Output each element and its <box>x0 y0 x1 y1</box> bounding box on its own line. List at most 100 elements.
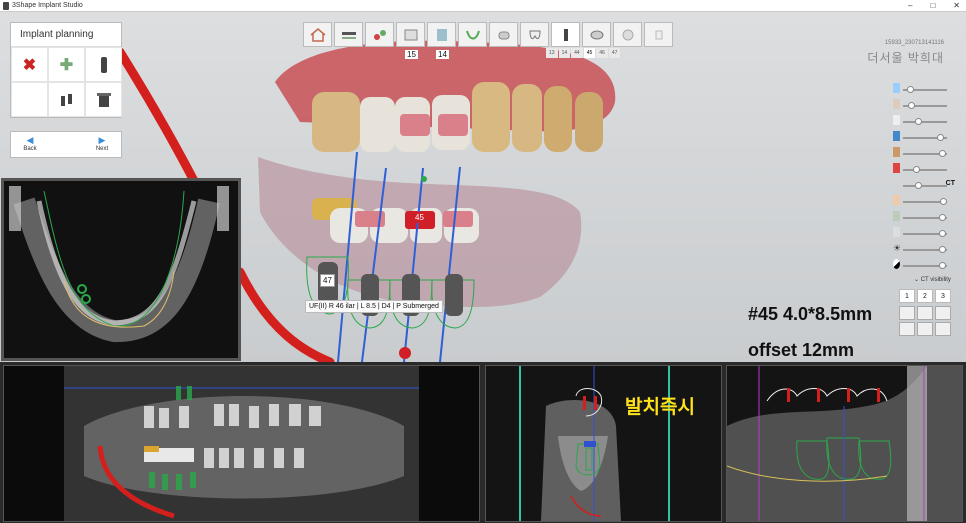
view-cube-button[interactable] <box>899 322 915 336</box>
title-bar: 3Shape Implant Studio – □ ✕ <box>0 0 966 12</box>
app-window: 3Shape Implant Studio – □ ✕ 45 47 UF(II)… <box>0 0 966 523</box>
view-layout-3[interactable]: 3 <box>935 289 951 303</box>
axial-cbct-view[interactable] <box>1 178 241 361</box>
tb-step-case[interactable] <box>334 22 363 47</box>
workflow-toolbar: 15 14 <box>303 22 673 59</box>
tooth-chip-45[interactable]: 45 <box>583 48 596 58</box>
app-icon <box>3 2 9 10</box>
ct-visibility-text: CT visibility <box>920 277 951 283</box>
tooth-icon <box>893 115 900 125</box>
slider-row <box>893 80 955 96</box>
slider-row <box>893 160 955 176</box>
view-cube-button[interactable] <box>935 322 951 336</box>
nerve-icon <box>893 163 900 173</box>
implant-tag: 47 <box>320 274 335 287</box>
guide-icon <box>622 29 633 40</box>
slider-row <box>893 208 955 224</box>
arrow-right-icon: ▶ <box>98 135 106 145</box>
view-cube-button[interactable] <box>899 306 915 320</box>
implant-icon <box>893 131 900 141</box>
bottom-views <box>0 362 966 523</box>
cross-section-view[interactable] <box>485 365 722 522</box>
brightness-icon: ☀ <box>893 243 902 253</box>
next-button[interactable]: ▶ Next <box>83 132 121 157</box>
parallel-implants-icon <box>60 93 72 106</box>
tb-step-abutment[interactable] <box>582 22 611 47</box>
tooth-chip-13[interactable]: 13 <box>546 48 558 58</box>
slider-knob[interactable] <box>939 246 946 253</box>
parallel-implants-button[interactable] <box>48 82 85 117</box>
tooth-chip-14[interactable]: 14 <box>558 48 571 58</box>
panoramic-view[interactable] <box>3 365 480 522</box>
sleeve-button[interactable] <box>85 82 122 117</box>
skin-icon <box>893 195 900 205</box>
view-layout-1[interactable]: 1 <box>899 289 915 303</box>
slider-knob[interactable] <box>907 102 915 109</box>
slider-knob[interactable] <box>939 198 947 205</box>
tb-step-wax[interactable] <box>458 22 487 47</box>
tb-step-segmentation[interactable] <box>365 22 394 47</box>
slider-track[interactable] <box>903 121 947 123</box>
crown-icon <box>498 31 509 39</box>
view-cube-button[interactable] <box>935 306 951 320</box>
slider-row <box>893 112 955 128</box>
tb-step-implant[interactable] <box>551 22 580 47</box>
tooth-chip-46[interactable]: 46 <box>596 48 608 58</box>
add-implant-button[interactable]: ✚ <box>48 47 85 82</box>
slider-knob[interactable] <box>939 262 946 269</box>
abutment-icon <box>893 147 900 157</box>
tb-step-tooth[interactable] <box>520 22 549 47</box>
slider-knob[interactable] <box>915 118 922 125</box>
tb-step-nerve[interactable]: 15 <box>396 22 425 59</box>
view-orientation-grid <box>899 306 951 336</box>
immediate-extraction-note: 발치즉시 <box>625 397 695 418</box>
sagittal-view[interactable] <box>726 365 963 522</box>
tb-step-guide[interactable] <box>613 22 642 47</box>
back-button[interactable]: ◀ Back <box>11 132 49 157</box>
tooth-chip-47[interactable]: 47 <box>608 48 621 58</box>
plus-icon: ✚ <box>59 56 74 74</box>
visibility-sliders: CT ☀ <box>893 80 955 272</box>
window-controls: – □ ✕ <box>908 0 960 12</box>
tooth-number-14: 14 <box>436 50 449 59</box>
slider-knob[interactable] <box>939 150 946 157</box>
close-button[interactable]: ✕ <box>953 0 960 12</box>
home-button[interactable] <box>303 22 332 47</box>
axis-handle-top[interactable] <box>421 176 427 182</box>
patient-id: 15933_230713141116 <box>884 40 944 46</box>
implant-spec-annotation: #45 4.0*8.5mm <box>748 304 873 324</box>
slider-knob[interactable] <box>907 86 914 93</box>
tooth-chip-44[interactable]: 44 <box>571 48 583 58</box>
slider-track[interactable] <box>903 185 947 187</box>
tb-step-export[interactable] <box>644 22 673 47</box>
implant-library-button[interactable] <box>85 47 122 82</box>
view-cube-button[interactable] <box>917 306 933 320</box>
slider-knob[interactable] <box>937 134 944 141</box>
contrast-icon <box>893 259 900 269</box>
slider-knob[interactable] <box>915 182 922 189</box>
slider-row <box>893 256 955 272</box>
maximize-button[interactable]: □ <box>930 0 935 12</box>
slider-knob[interactable] <box>913 166 920 173</box>
slider-track[interactable] <box>903 169 947 171</box>
gingiva-icon <box>893 211 900 221</box>
slider-row: ☀ <box>893 240 955 256</box>
tb-step-crown[interactable] <box>489 22 518 47</box>
chevron-down-icon[interactable]: ⌄ <box>914 277 921 283</box>
slider-knob[interactable] <box>939 214 946 221</box>
window-title: 3Shape Implant Studio <box>12 2 83 9</box>
alignment-icon <box>436 28 447 41</box>
axis-handle-bottom[interactable] <box>399 347 411 359</box>
slider-row <box>893 144 955 160</box>
view-layout-2[interactable]: 2 <box>917 289 933 303</box>
slider-knob[interactable] <box>939 230 946 237</box>
minimize-button[interactable]: – <box>908 0 912 12</box>
tooth-icon <box>528 30 541 39</box>
view-cube-button[interactable] <box>917 322 933 336</box>
sagittal-image <box>727 366 962 521</box>
tb-step-alignment[interactable]: 14 <box>427 22 456 59</box>
tooth-number-15: 15 <box>405 50 418 59</box>
nerve-canal-bottom <box>235 267 335 362</box>
patient-name: 더서울 박희대 <box>867 51 944 65</box>
delete-implant-button[interactable]: ✖ <box>11 47 48 82</box>
